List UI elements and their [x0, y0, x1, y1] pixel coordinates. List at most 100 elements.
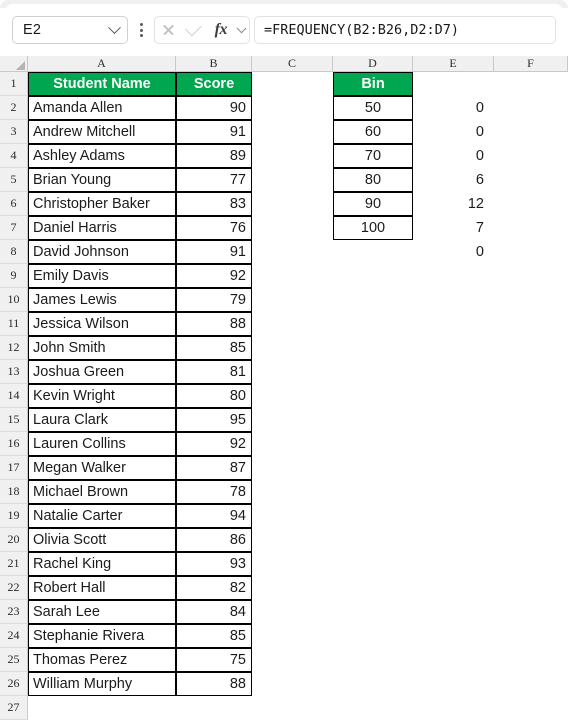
cell-score-25[interactable]: 75 [176, 648, 252, 672]
cell-bin-7[interactable]: 100 [333, 216, 413, 240]
check-icon[interactable] [181, 17, 207, 43]
chevron-down-icon[interactable] [101, 20, 127, 35]
fx-icon[interactable]: fx [208, 17, 234, 43]
cell-bin-2[interactable]: 50 [333, 96, 413, 120]
row-header-13[interactable]: 13 [0, 360, 28, 384]
cell-student-name-6[interactable]: Christopher Baker [28, 192, 176, 216]
cell-score-16[interactable]: 92 [176, 432, 252, 456]
row-header-7[interactable]: 7 [0, 216, 28, 240]
cell-score-4[interactable]: 89 [176, 144, 252, 168]
cell-student-name-8[interactable]: David Johnson [28, 240, 176, 264]
column-header-e[interactable]: E [413, 56, 494, 72]
cell-score-12[interactable]: 85 [176, 336, 252, 360]
row-header-25[interactable]: 25 [0, 648, 28, 672]
cell-student-name-2[interactable]: Amanda Allen [28, 96, 176, 120]
column-header-a[interactable]: A [28, 56, 176, 72]
row-header-15[interactable]: 15 [0, 408, 28, 432]
cell-student-name-15[interactable]: Laura Clark [28, 408, 176, 432]
cell-frequency-2[interactable]: 0 [413, 96, 494, 120]
row-header-12[interactable]: 12 [0, 336, 28, 360]
name-box[interactable]: E2 [12, 16, 128, 44]
row-header-21[interactable]: 21 [0, 552, 28, 576]
row-header-8[interactable]: 8 [0, 240, 28, 264]
cell-score-20[interactable]: 86 [176, 528, 252, 552]
header-cell-score[interactable]: Score [176, 72, 252, 96]
cell-score-24[interactable]: 85 [176, 624, 252, 648]
cell-score-17[interactable]: 87 [176, 456, 252, 480]
row-header-11[interactable]: 11 [0, 312, 28, 336]
row-header-24[interactable]: 24 [0, 624, 28, 648]
cell-frequency-5[interactable]: 6 [413, 168, 494, 192]
cell-score-18[interactable]: 78 [176, 480, 252, 504]
row-header-23[interactable]: 23 [0, 600, 28, 624]
cell-score-19[interactable]: 94 [176, 504, 252, 528]
cell-student-name-4[interactable]: Ashley Adams [28, 144, 176, 168]
cell-frequency-7[interactable]: 7 [413, 216, 494, 240]
cell-score-8[interactable]: 91 [176, 240, 252, 264]
column-header-c[interactable]: C [252, 56, 333, 72]
cell-score-23[interactable]: 84 [176, 600, 252, 624]
cell-score-9[interactable]: 92 [176, 264, 252, 288]
column-header-b[interactable]: B [176, 56, 252, 72]
cell-score-13[interactable]: 81 [176, 360, 252, 384]
cell-score-2[interactable]: 90 [176, 96, 252, 120]
spreadsheet-grid[interactable]: A B C D E F 1 2 3 4 5 6 7 8 9 10 11 12 13 14 15 16 17 18 19 20 21 2… [0, 56, 568, 720]
cell-student-name-3[interactable]: Andrew Mitchell [28, 120, 176, 144]
cell-student-name-21[interactable]: Rachel King [28, 552, 176, 576]
row-header-16[interactable]: 16 [0, 432, 28, 456]
cell-student-name-23[interactable]: Sarah Lee [28, 600, 176, 624]
cell-frequency-3[interactable]: 0 [413, 120, 494, 144]
cell-score-11[interactable]: 88 [176, 312, 252, 336]
cell-student-name-5[interactable]: Brian Young [28, 168, 176, 192]
cell-score-5[interactable]: 77 [176, 168, 252, 192]
row-header-19[interactable]: 19 [0, 504, 28, 528]
cell-student-name-17[interactable]: Megan Walker [28, 456, 176, 480]
cell-bin-5[interactable]: 80 [333, 168, 413, 192]
row-header-3[interactable]: 3 [0, 120, 28, 144]
row-header-10[interactable]: 10 [0, 288, 28, 312]
cell-bin-6[interactable]: 90 [333, 192, 413, 216]
formula-input[interactable]: =FREQUENCY(B2:B26,D2:D7) [254, 16, 556, 44]
select-all-corner[interactable] [0, 56, 28, 72]
cell-bin-3[interactable]: 60 [333, 120, 413, 144]
cell-student-name-10[interactable]: James Lewis [28, 288, 176, 312]
cell-score-3[interactable]: 91 [176, 120, 252, 144]
row-header-2[interactable]: 2 [0, 96, 28, 120]
row-header-22[interactable]: 22 [0, 576, 28, 600]
cell-score-26[interactable]: 88 [176, 672, 252, 696]
cell-student-name-9[interactable]: Emily Davis [28, 264, 176, 288]
cell-student-name-7[interactable]: Daniel Harris [28, 216, 176, 240]
row-header-26[interactable]: 26 [0, 672, 28, 696]
column-header-d[interactable]: D [333, 56, 413, 72]
column-header-f[interactable]: F [494, 56, 568, 72]
header-cell-student-name[interactable]: Student Name [28, 72, 176, 96]
row-header-14[interactable]: 14 [0, 384, 28, 408]
cell-student-name-19[interactable]: Natalie Carter [28, 504, 176, 528]
cell-student-name-13[interactable]: Joshua Green [28, 360, 176, 384]
cell-student-name-26[interactable]: William Murphy [28, 672, 176, 696]
row-header-5[interactable]: 5 [0, 168, 28, 192]
cell-score-15[interactable]: 95 [176, 408, 252, 432]
row-header-9[interactable]: 9 [0, 264, 28, 288]
header-cell-bin[interactable]: Bin [333, 72, 413, 96]
cell-student-name-16[interactable]: Lauren Collins [28, 432, 176, 456]
cell-score-22[interactable]: 82 [176, 576, 252, 600]
close-icon[interactable] [155, 17, 181, 43]
cell-student-name-24[interactable]: Stephanie Rivera [28, 624, 176, 648]
cell-score-6[interactable]: 83 [176, 192, 252, 216]
cell-student-name-18[interactable]: Michael Brown [28, 480, 176, 504]
cell-frequency-4[interactable]: 0 [413, 144, 494, 168]
cell-score-14[interactable]: 80 [176, 384, 252, 408]
cell-score-7[interactable]: 76 [176, 216, 252, 240]
row-header-20[interactable]: 20 [0, 528, 28, 552]
row-header-4[interactable]: 4 [0, 144, 28, 168]
cell-student-name-12[interactable]: John Smith [28, 336, 176, 360]
more-options-icon[interactable] [130, 16, 152, 44]
cell-student-name-14[interactable]: Kevin Wright [28, 384, 176, 408]
cell-score-10[interactable]: 79 [176, 288, 252, 312]
cell-student-name-22[interactable]: Robert Hall [28, 576, 176, 600]
cell-bin-4[interactable]: 70 [333, 144, 413, 168]
cell-score-21[interactable]: 93 [176, 552, 252, 576]
row-header-27[interactable]: 27 [0, 696, 28, 720]
row-header-17[interactable]: 17 [0, 456, 28, 480]
